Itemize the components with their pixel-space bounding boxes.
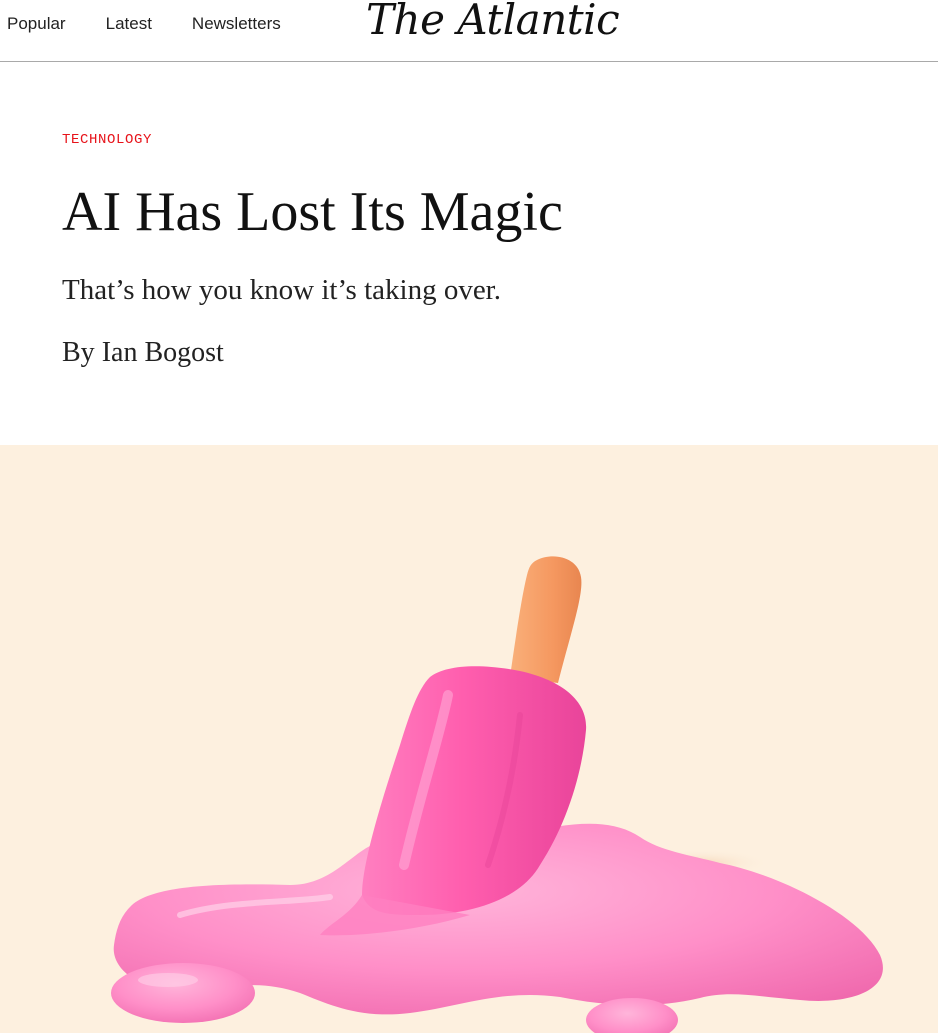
article-dek: That’s how you know it’s taking over. — [62, 274, 501, 306]
site-header: Popular Latest Newsletters The Atlantic — [0, 0, 938, 62]
nav-newsletters-link[interactable]: Newsletters — [192, 14, 281, 34]
site-logo[interactable]: The Atlantic — [366, 0, 620, 44]
primary-nav: Popular Latest Newsletters — [7, 14, 281, 34]
byline-prefix: By — [62, 337, 95, 368]
nav-popular-link[interactable]: Popular — [7, 14, 66, 34]
article-title: AI Has Lost Its Magic — [62, 181, 563, 243]
hero-image — [0, 445, 938, 1033]
byline: By Ian Bogost — [62, 336, 224, 370]
author-link[interactable]: Ian Bogost — [102, 337, 224, 368]
nav-latest-link[interactable]: Latest — [106, 14, 152, 34]
melting-popsicle-icon — [111, 556, 883, 1033]
section-label-link[interactable]: TECHNOLOGY — [62, 132, 152, 148]
